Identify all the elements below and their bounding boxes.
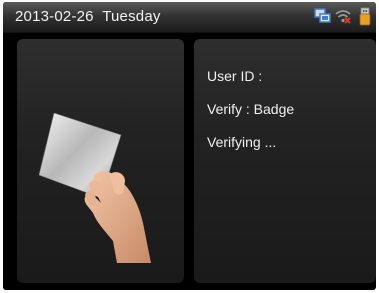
usb-icon (358, 7, 372, 32)
device-screen: 2013-02-26 Tuesday User ID: Verify: Ba… (3, 2, 376, 290)
verify-mode-label: Verify : Badge (207, 101, 295, 117)
user-id-label: User ID : (207, 68, 263, 84)
hand-holding-badge-illustration (38, 112, 159, 268)
wifi-off-icon (334, 7, 352, 30)
verification-info-panel: User ID : Verify : Badge Verifying ... (194, 39, 376, 283)
date-time-text: 2013-02-26 Tuesday (15, 8, 161, 25)
status-bar: 2013-02-26 Tuesday (3, 2, 376, 33)
verification-status-text: Verifying ... (207, 134, 277, 150)
network-icon (314, 7, 332, 30)
badge-image-panel (17, 39, 184, 283)
